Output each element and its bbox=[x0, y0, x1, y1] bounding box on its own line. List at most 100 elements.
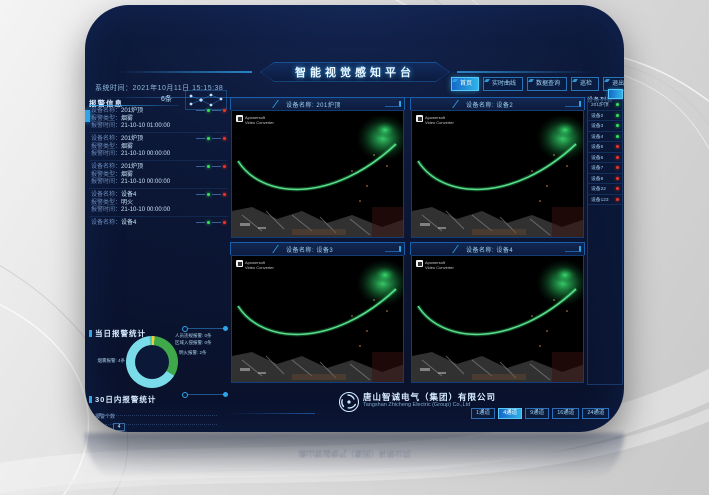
red-dot-icon bbox=[223, 165, 226, 168]
red-dot-icon bbox=[223, 221, 226, 224]
offline-status-dot-icon bbox=[616, 166, 619, 169]
video-device-title: 设备名称: 设备3 bbox=[286, 245, 333, 254]
title-frame: 智能视觉感知平台 bbox=[260, 62, 450, 82]
alarm-count-badge: 6条 bbox=[161, 94, 172, 104]
alarm-field: 报警时间：21-10-10 00:00:00 bbox=[91, 151, 226, 159]
alarm-status-indicator bbox=[196, 221, 226, 224]
donut-label-0: 人员违规报警: 0条 bbox=[175, 333, 212, 338]
device-row-1[interactable]: 设备2 bbox=[588, 111, 622, 122]
alarm-status-indicator bbox=[196, 193, 226, 196]
nav-button-accent bbox=[572, 79, 578, 82]
reflected-company-name: 唐山智诚电气（集团）有限公司 bbox=[85, 448, 624, 459]
watermark-text: ApowersoftVideo Converter bbox=[245, 260, 274, 270]
watermark: ApowersoftVideo Converter bbox=[416, 115, 454, 125]
device-list: 201炉顶设备2设备3 设备4 设备5 设备6 设备7 设备8 设备22 设备123 bbox=[587, 99, 623, 385]
device-row-0[interactable]: 201炉顶 bbox=[588, 100, 622, 111]
online-status-dot-icon bbox=[616, 114, 619, 117]
video-device-title: 设备名称: 201炉顶 bbox=[286, 100, 341, 109]
today-alarm-donut-chart: 人员违规报警: 0条 区域入侵报警: 0条 明火报警: 2条 烟雾报警: 4条 bbox=[89, 332, 228, 394]
channel-button-0[interactable]: 1通道 bbox=[471, 408, 495, 419]
company-logo-icon bbox=[337, 390, 361, 414]
app-window: 系统时间：2021年10月11日 15:15:38 智能视觉感知平台 首页实时曲… bbox=[85, 5, 624, 432]
alarm-field: 报警类型：烟雾 bbox=[91, 116, 226, 124]
alarm-list: 设备名称：201炉顶报警类型：烟雾报警时间：21-10-10 01:00:00设… bbox=[89, 107, 228, 230]
channel-switcher: 1通道4通道9通道16通道24通道 bbox=[471, 408, 609, 419]
title-deco-line-left bbox=[117, 71, 252, 73]
device-row-6[interactable]: 设备7 bbox=[588, 163, 622, 174]
channel-button-3[interactable]: 16通道 bbox=[552, 408, 579, 419]
red-dot-icon bbox=[223, 137, 226, 140]
video-feed[interactable]: ApowersoftVideo Converter bbox=[411, 110, 584, 238]
nav-button-0[interactable]: 首页 bbox=[451, 77, 479, 91]
alarm-item-4[interactable]: 设备名称：设备4 bbox=[89, 219, 228, 230]
video-panel-3[interactable]: 设备名称: 设备3 bbox=[230, 242, 405, 383]
red-dot-icon bbox=[223, 193, 226, 196]
video-panel-1[interactable]: 设备名称: 201炉顶 bbox=[230, 97, 405, 238]
video-frame-image bbox=[412, 111, 584, 237]
alarm-item-2[interactable]: 设备名称：201炉顶报警类型：烟雾报警时间：21-10-10 00:00:00 bbox=[89, 163, 228, 189]
device-row-5[interactable]: 设备6 bbox=[588, 153, 622, 164]
donut-ring bbox=[126, 336, 178, 388]
green-dot-icon bbox=[207, 221, 210, 224]
green-dot-icon bbox=[207, 109, 210, 112]
watermark-text: ApowersoftVideo Converter bbox=[425, 260, 454, 270]
device-row-8[interactable]: 设备22 bbox=[588, 184, 622, 195]
watermark-logo-icon bbox=[236, 115, 243, 122]
device-name: 设备3 bbox=[591, 122, 603, 129]
alarm-field: 报警类型：烟雾 bbox=[91, 144, 226, 152]
channel-button-4[interactable]: 24通道 bbox=[582, 408, 609, 419]
desktop-background: 系统时间：2021年10月11日 15:15:38 智能视觉感知平台 首页实时曲… bbox=[0, 0, 709, 495]
offline-status-dot-icon bbox=[616, 177, 619, 180]
page-title: 智能视觉感知平台 bbox=[295, 64, 415, 80]
device-name: 设备22 bbox=[591, 185, 606, 192]
channel-button-1[interactable]: 4通道 bbox=[498, 408, 522, 419]
device-row-7[interactable]: 设备8 bbox=[588, 174, 622, 185]
video-feed[interactable]: ApowersoftVideo Converter bbox=[231, 255, 404, 383]
window-reflection bbox=[85, 433, 624, 488]
device-list-tab-button[interactable] bbox=[608, 89, 623, 99]
device-row-3[interactable]: 设备4 bbox=[588, 132, 622, 143]
alarm-sidebar: 报警信息 6条 设备名称：201炉顶报警类型：烟雾报警时间：21-10-10 0… bbox=[89, 93, 228, 387]
online-status-dot-icon bbox=[616, 124, 619, 127]
video-feed[interactable]: ApowersoftVideo Converter bbox=[411, 255, 584, 383]
video-panel-header: 设备名称: 201炉顶 bbox=[230, 97, 405, 110]
video-frame-image bbox=[232, 111, 404, 237]
alarm-field: 报警时间：21-10-10 00:00:00 bbox=[91, 179, 226, 187]
nav-button-2[interactable]: 数据查询 bbox=[527, 77, 567, 91]
offline-status-dot-icon bbox=[616, 187, 619, 190]
device-name: 设备6 bbox=[591, 154, 603, 161]
alarm-field: 报警时间：21-10-10 01:00:00 bbox=[91, 123, 226, 131]
video-panel-2[interactable]: 设备名称: 设备2 bbox=[410, 97, 585, 238]
y-tick-label: 4 bbox=[91, 430, 101, 432]
alarm-field: 报警时间：21-10-10 00:00:00 bbox=[91, 207, 226, 215]
device-row-9[interactable]: 设备123 bbox=[588, 195, 622, 206]
alarm-field: 报警类型：明火 bbox=[91, 200, 226, 208]
alarm-item-0[interactable]: 设备名称：201炉顶报警类型：烟雾报警时间：21-10-10 01:00:00 bbox=[89, 107, 228, 133]
online-status-dot-icon bbox=[616, 103, 619, 106]
offline-status-dot-icon bbox=[616, 145, 619, 148]
channel-button-2[interactable]: 9通道 bbox=[525, 408, 549, 419]
video-panel-header: 设备名称: 设备2 bbox=[410, 97, 585, 110]
alarm-panel-header: 报警信息 6条 bbox=[89, 93, 228, 107]
device-row-4[interactable]: 设备5 bbox=[588, 142, 622, 153]
green-dot-icon bbox=[207, 137, 210, 140]
device-name: 设备7 bbox=[591, 164, 603, 171]
watermark-logo-icon bbox=[236, 260, 243, 267]
device-name: 设备8 bbox=[591, 175, 603, 182]
donut-label-1: 区域入侵报警: 0条 bbox=[175, 340, 212, 345]
device-name: 201炉顶 bbox=[591, 101, 609, 108]
alarm-item-3[interactable]: 设备名称：设备4报警类型：明火报警时间：21-10-10 00:00:00 bbox=[89, 191, 228, 217]
device-name: 设备5 bbox=[591, 143, 603, 150]
device-row-2[interactable]: 设备3 bbox=[588, 121, 622, 132]
video-panel-4[interactable]: 设备名称: 设备4 bbox=[410, 242, 585, 383]
nav-button-1[interactable]: 实时曲线 bbox=[483, 77, 523, 91]
green-dot-icon bbox=[207, 193, 210, 196]
video-frame-image bbox=[412, 256, 584, 382]
watermark-text: ApowersoftVideo Converter bbox=[245, 115, 274, 125]
video-frame-image bbox=[232, 256, 404, 382]
device-name: 设备4 bbox=[591, 133, 603, 140]
alarm-item-1[interactable]: 设备名称：201炉顶报警类型：烟雾报警时间：21-10-10 00:00:00 bbox=[89, 135, 228, 161]
offline-status-dot-icon bbox=[616, 156, 619, 159]
device-list-header: 设备列表 bbox=[587, 89, 623, 99]
video-feed[interactable]: ApowersoftVideo Converter bbox=[231, 110, 404, 238]
